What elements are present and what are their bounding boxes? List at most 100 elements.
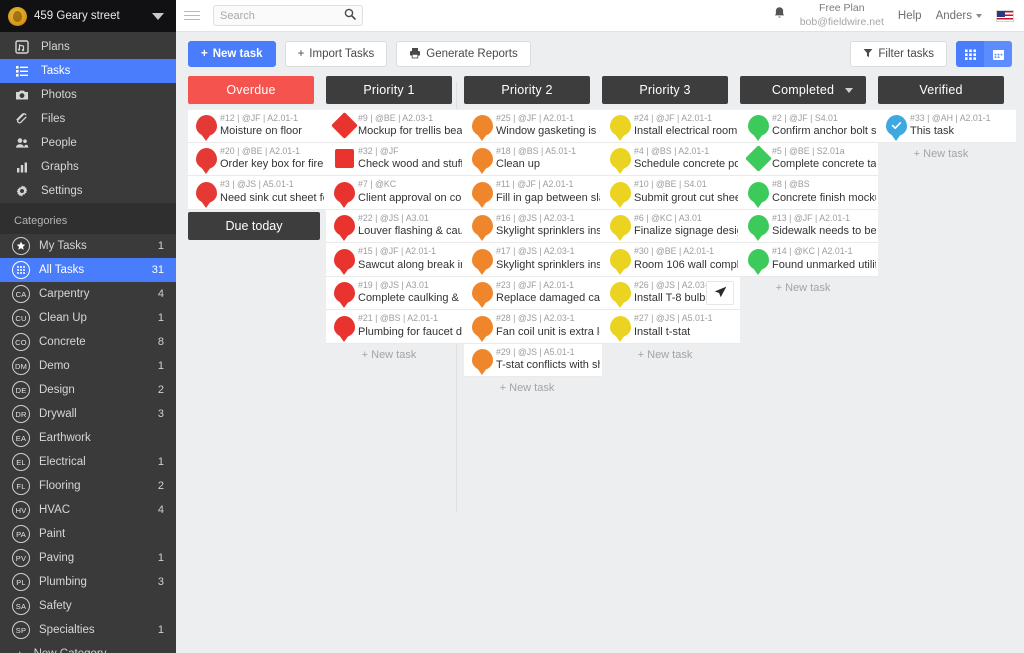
category-item-drywall[interactable]: DR Drywall 3 xyxy=(0,402,176,426)
task-card[interactable]: DE #6 | @KC | A3.01 Finalize signage desig… xyxy=(602,209,740,243)
new-task-link[interactable]: + New task xyxy=(326,344,452,361)
task-card[interactable]: DE #7 | @KC Client approval on colo xyxy=(326,176,464,210)
sidebar-item-settings[interactable]: Settings xyxy=(0,179,176,203)
chevron-down-icon[interactable] xyxy=(152,12,164,20)
task-card[interactable]: CU #18 | @BS | A5.01-1 Clean up xyxy=(464,142,602,176)
search-box[interactable] xyxy=(213,5,363,26)
category-item-specialties[interactable]: SP Specialties 1 xyxy=(0,618,176,642)
us-flag-icon[interactable] xyxy=(996,9,1014,22)
sidebar-item-plans[interactable]: Plans xyxy=(0,35,176,59)
task-card[interactable]: CA #32 | @JF Check wood and stuff. xyxy=(326,142,464,176)
filter-tasks-button[interactable]: Filter tasks xyxy=(850,41,947,67)
search-input[interactable] xyxy=(220,9,344,22)
task-pin-wrap: DM xyxy=(744,248,772,270)
grid-view-icon[interactable] xyxy=(956,41,984,67)
column-header[interactable]: Priority 2 xyxy=(464,76,590,104)
task-card[interactable]: DR #17 | @JS | A2.03-1 Skylight sprinklers… xyxy=(464,243,602,277)
sidebar-item-photos[interactable]: Photos xyxy=(0,83,176,107)
task-card[interactable]: SP #20 | @BE | A2.01-1 Order key box for f… xyxy=(188,142,326,176)
project-selector[interactable]: 459 Geary street xyxy=(0,0,176,32)
task-card[interactable]: CA #9 | @BE | A2.03-1 Mockup for trellis b… xyxy=(326,109,464,143)
category-item-earthwork[interactable]: EA Earthwork xyxy=(0,426,176,450)
calendar-view-icon[interactable] xyxy=(984,41,1012,67)
task-card[interactable]: CO #13 | @JF | A2.01-1 Sidewalk needs to b… xyxy=(740,209,878,243)
new-task-link[interactable]: + New task xyxy=(464,377,590,394)
category-item-hvac[interactable]: HV HVAC 4 xyxy=(0,498,176,522)
user-menu[interactable]: Anders xyxy=(936,10,982,22)
column-header[interactable]: Completed xyxy=(740,76,866,104)
category-code-badge: SP xyxy=(12,621,30,639)
task-card[interactable]: HV #27 | @JS | A5.01-1 Install t-stat xyxy=(602,310,740,344)
category-count: 1 xyxy=(157,360,164,372)
sidebar-item-files[interactable]: Files xyxy=(0,107,176,131)
category-item-all-tasks[interactable]: All Tasks 31 xyxy=(0,258,176,282)
category-item-flooring[interactable]: FL Flooring 2 xyxy=(0,474,176,498)
task-card[interactable]: CO #4 | @BS | A2.01-1 Schedule concrete po… xyxy=(602,142,740,176)
category-item-safety[interactable]: SA Safety xyxy=(0,594,176,618)
task-card[interactable]: CO #8 | @BS Concrete finish mocku xyxy=(740,176,878,210)
category-item-electrical[interactable]: EL Electrical 1 xyxy=(0,450,176,474)
task-pin-wrap: CA xyxy=(606,115,634,137)
task-meta: #15 | @JF | A2.01-1 xyxy=(358,246,437,257)
new-task-link[interactable]: + New task xyxy=(740,277,866,294)
due-today-band[interactable]: Due today xyxy=(188,211,320,240)
hamburger-icon[interactable] xyxy=(184,11,200,20)
category-count: 2 xyxy=(157,384,164,396)
category-item-clean-up[interactable]: CU Clean Up 1 xyxy=(0,306,176,330)
category-item-my-tasks[interactable]: My Tasks 1 xyxy=(0,234,176,258)
task-pin-wrap: FL xyxy=(468,282,496,304)
help-link[interactable]: Help xyxy=(898,10,922,22)
sidebar-item-graphs[interactable]: Graphs xyxy=(0,155,176,179)
task-card[interactable]: PL #21 | @BS | A2.01-1 Plumbing for faucet… xyxy=(326,310,464,344)
task-card[interactable]: HV #22 | @JS | A3.01 Louver flashing & cau… xyxy=(326,209,464,243)
sidebar-item-tasks[interactable]: Tasks xyxy=(0,59,176,83)
task-text: #30 | @BE | A2.01-1 Room 106 wall comple xyxy=(634,246,740,272)
category-item-plumbing[interactable]: PL Plumbing 3 xyxy=(0,570,176,594)
new-category-button[interactable]: + New Category xyxy=(0,642,176,653)
task-card[interactable]: EL #26 | @JS | A2.03- Install T-8 bulbs xyxy=(602,276,740,310)
task-card[interactable]: CO #2 | @JF | S4.01 Confirm anchor bolt si… xyxy=(740,109,878,143)
funnel-icon xyxy=(863,48,873,61)
chevron-down-icon[interactable] xyxy=(845,87,853,93)
category-item-paint[interactable]: PA Paint xyxy=(0,522,176,546)
task-card[interactable]: CO #10 | @BE | S4.01 Submit grout cut shee… xyxy=(602,176,740,210)
task-card[interactable]: PV #15 | @JF | A2.01-1 Sawcut along break … xyxy=(326,243,464,277)
task-card[interactable]: CO #11 | @JF | A2.01-1 Fill in gap between… xyxy=(464,176,602,210)
sidebar-item-people[interactable]: People xyxy=(0,131,176,155)
task-card[interactable]: DR #16 | @JS | A2.03-1 Skylight sprinklers… xyxy=(464,209,602,243)
category-item-carpentry[interactable]: CA Carpentry 4 xyxy=(0,282,176,306)
column-header[interactable]: Priority 3 xyxy=(602,76,728,104)
bell-icon[interactable] xyxy=(773,6,786,25)
new-task-link[interactable]: + New task xyxy=(878,143,1004,160)
column-cards: CA #9 | @BE | A2.03-1 Mockup for trellis b… xyxy=(326,109,464,344)
task-card[interactable]: DR #30 | @BE | A2.01-1 Room 106 wall compl… xyxy=(602,243,740,277)
category-item-demo[interactable]: DM Demo 1 xyxy=(0,354,176,378)
task-pin-wrap: DE xyxy=(330,181,358,203)
new-task-button[interactable]: + New task xyxy=(188,41,276,67)
task-card[interactable]: PL #3 | @JS | A5.01-1 Need sink cut sheet … xyxy=(188,176,326,210)
task-card[interactable]: #33 | @AH | A2.01-1 This task xyxy=(878,109,1016,143)
task-card[interactable]: CO #5 | @BE | S2.01a Complete concrete tak xyxy=(740,142,878,176)
task-card[interactable]: HV #29 | @JS | A5.01-1 T-stat conflicts wi… xyxy=(464,343,602,377)
import-tasks-button[interactable]: + Import Tasks xyxy=(284,41,388,67)
task-card[interactable]: FL #23 | @JF | A2.01-1 Replace damaged car… xyxy=(464,276,602,310)
category-item-design[interactable]: DE Design 2 xyxy=(0,378,176,402)
column-header[interactable]: Verified xyxy=(878,76,1004,104)
category-item-paving[interactable]: PV Paving 1 xyxy=(0,546,176,570)
column-header[interactable]: Overdue xyxy=(188,76,314,104)
task-card[interactable]: HV #28 | @JS | A2.03-1 Fan coil unit is ex… xyxy=(464,310,602,344)
category-code-badge: EL xyxy=(12,453,30,471)
task-card[interactable]: CA #25 | @JF | A2.01-1 Window gasketing is… xyxy=(464,109,602,143)
task-title: Skylight sprinklers insta xyxy=(496,225,600,238)
task-card[interactable]: DM #14 | @KC | A2.01-1 Found unmarked util… xyxy=(740,243,878,277)
search-icon xyxy=(344,7,356,25)
task-card[interactable]: CA #24 | @JF | A2.01-1 Install electrical … xyxy=(602,109,740,143)
task-card[interactable]: FL #12 | @JF | A2.01-1 Moisture on floor xyxy=(188,109,326,143)
generate-reports-button[interactable]: Generate Reports xyxy=(396,41,531,67)
column-header[interactable]: Priority 1 xyxy=(326,76,452,104)
task-card[interactable]: PL #19 | @JS | A3.01 Complete caulking & f… xyxy=(326,276,464,310)
task-category-code: HV xyxy=(476,321,488,331)
category-item-concrete[interactable]: CO Concrete 8 xyxy=(0,330,176,354)
new-task-link[interactable]: + New task xyxy=(602,344,728,361)
task-text: #28 | @JS | A2.03-1 Fan coil unit is extr… xyxy=(496,313,602,339)
